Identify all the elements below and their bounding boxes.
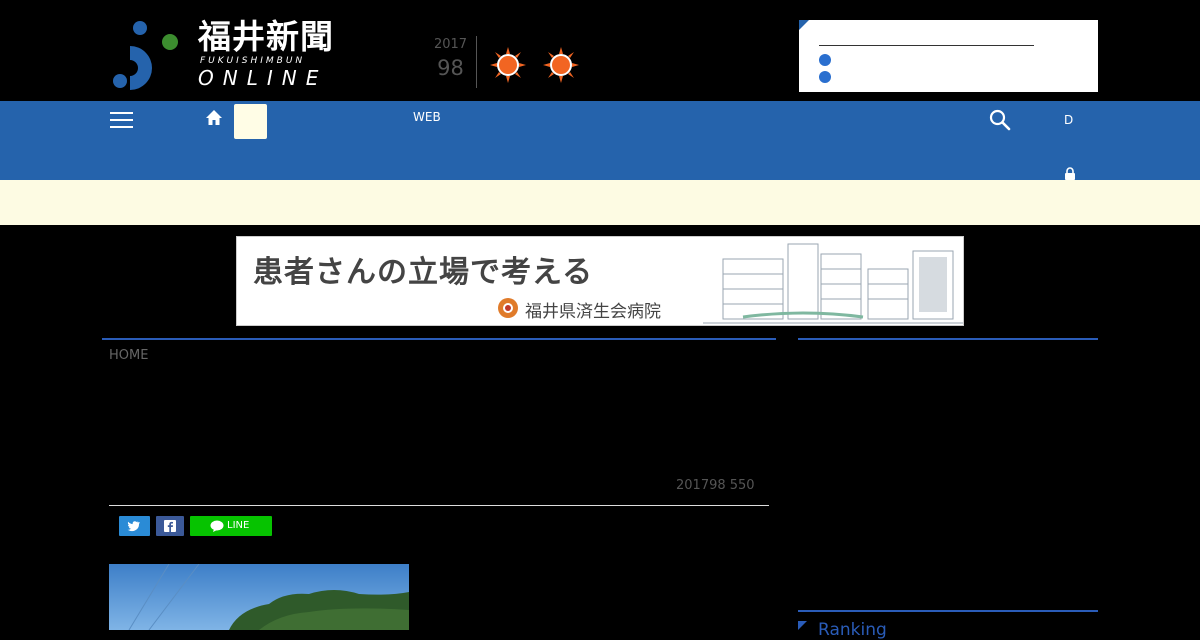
sidebar-section-border <box>798 338 1098 340</box>
ranking-border <box>798 610 1098 612</box>
date-year: 2017 <box>433 37 468 52</box>
logo-mark-icon <box>113 21 178 90</box>
home-icon[interactable] <box>204 108 224 128</box>
ranking-title: Ranking <box>818 620 887 640</box>
site-header: 福井新聞 FUKUISHIMBUN ONLINE 2017 98 <box>0 0 1200 101</box>
article-photo-image <box>109 564 409 630</box>
notice-box <box>799 20 1098 92</box>
notice-corner-mark <box>799 20 809 30</box>
hospital-emblem-icon <box>498 298 518 318</box>
line-icon <box>210 520 224 532</box>
facebook-share-button[interactable] <box>156 516 184 536</box>
bullet-icon <box>819 71 831 83</box>
main-nav: WEB D <box>0 101 1200 180</box>
announcement-band <box>0 180 1200 225</box>
nav-tab-highlight[interactable] <box>234 104 267 139</box>
sun-icon <box>490 47 526 83</box>
menu-icon[interactable] <box>110 112 133 128</box>
hospital-building-illustration <box>703 243 963 324</box>
article-date: 201798 550 <box>676 478 755 493</box>
notice-item[interactable] <box>819 70 835 86</box>
breadcrumb[interactable]: HOME <box>109 348 148 363</box>
nav-login[interactable]: D <box>1064 112 1090 180</box>
facebook-icon <box>164 520 176 532</box>
logo-kanji: 福井新聞 <box>198 17 334 56</box>
lock-icon <box>1065 167 1075 180</box>
nav-item-web[interactable]: WEB <box>413 110 441 124</box>
date-display: 2017 98 <box>425 36 477 88</box>
nav-login-label: D <box>1064 113 1074 127</box>
ad-headline: 患者さんの立場で考える <box>253 255 594 290</box>
banner-ad[interactable]: 患者さんの立場で考える 福井県済生会病院 <box>236 236 964 326</box>
ad-organization: 福井県済生会病院 <box>525 302 661 322</box>
logo-romaji: FUKUISHIMBUN <box>200 56 306 66</box>
twitter-icon <box>127 521 140 532</box>
site-logo[interactable]: 福井新聞 FUKUISHIMBUN ONLINE <box>110 18 355 92</box>
line-share-button[interactable]: LINE <box>190 516 272 536</box>
sun-icon <box>543 47 579 83</box>
bullet-icon <box>819 54 831 66</box>
search-icon[interactable] <box>989 109 1011 131</box>
ranking-corner-mark <box>798 621 807 630</box>
twitter-share-button[interactable] <box>119 516 150 536</box>
article-divider <box>109 505 769 506</box>
main-section-border <box>102 338 776 340</box>
logo-online: ONLINE <box>198 66 328 90</box>
notice-divider <box>819 45 1034 46</box>
article-photo[interactable] <box>109 564 409 630</box>
notice-item[interactable] <box>819 53 835 69</box>
date-month-day: 98 <box>437 56 464 80</box>
line-share-label: LINE <box>227 520 250 531</box>
